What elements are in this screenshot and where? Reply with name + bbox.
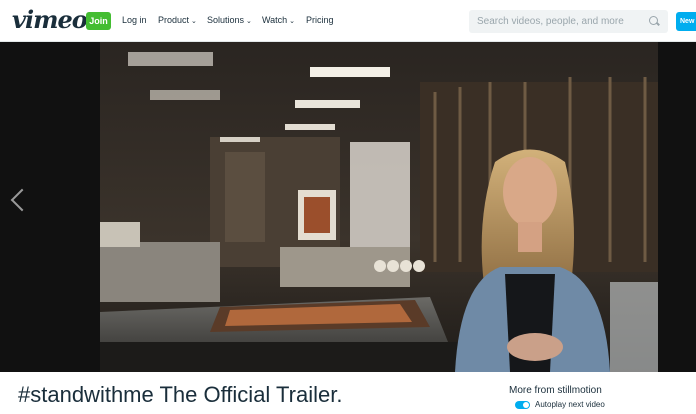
product-label: Product (158, 15, 190, 25)
solutions-label: Solutions (207, 15, 245, 25)
product-menu[interactable]: Product ⌄ (158, 15, 197, 25)
new-video-button[interactable]: New (676, 12, 696, 31)
chevron-down-icon: ⌄ (289, 18, 296, 25)
login-label: Log in (122, 15, 147, 25)
top-nav: vimeo Join Log in Product ⌄ Solutions ⌄ Wa… (0, 0, 696, 42)
video-title: #standwithme The Official Trailer. (18, 382, 343, 407)
pricing-link[interactable]: Pricing (306, 15, 334, 25)
chevron-down-icon: ⌄ (191, 18, 197, 25)
autoplay-label: Autoplay next video (535, 400, 605, 409)
login-link[interactable]: Log in (122, 15, 147, 25)
watch-menu[interactable]: Watch ⌄ (262, 15, 295, 25)
search-placeholder: Search videos, people, and more (477, 16, 624, 27)
pricing-label: Pricing (306, 15, 334, 25)
search-icon[interactable] (649, 16, 658, 25)
join-button[interactable]: Join (86, 12, 111, 30)
video-frame[interactable] (100, 42, 658, 372)
watch-label: Watch (262, 15, 288, 25)
previous-video-arrow-icon[interactable] (10, 188, 34, 212)
video-player[interactable] (0, 42, 696, 372)
autoplay-toggle[interactable] (515, 401, 530, 409)
search-input[interactable]: Search videos, people, and more (469, 10, 668, 33)
vimeo-logo[interactable]: vimeo (12, 5, 88, 34)
more-from-heading: More from stillmotion (509, 385, 602, 396)
chevron-down-icon: ⌄ (246, 18, 252, 25)
solutions-menu[interactable]: Solutions ⌄ (207, 15, 252, 25)
